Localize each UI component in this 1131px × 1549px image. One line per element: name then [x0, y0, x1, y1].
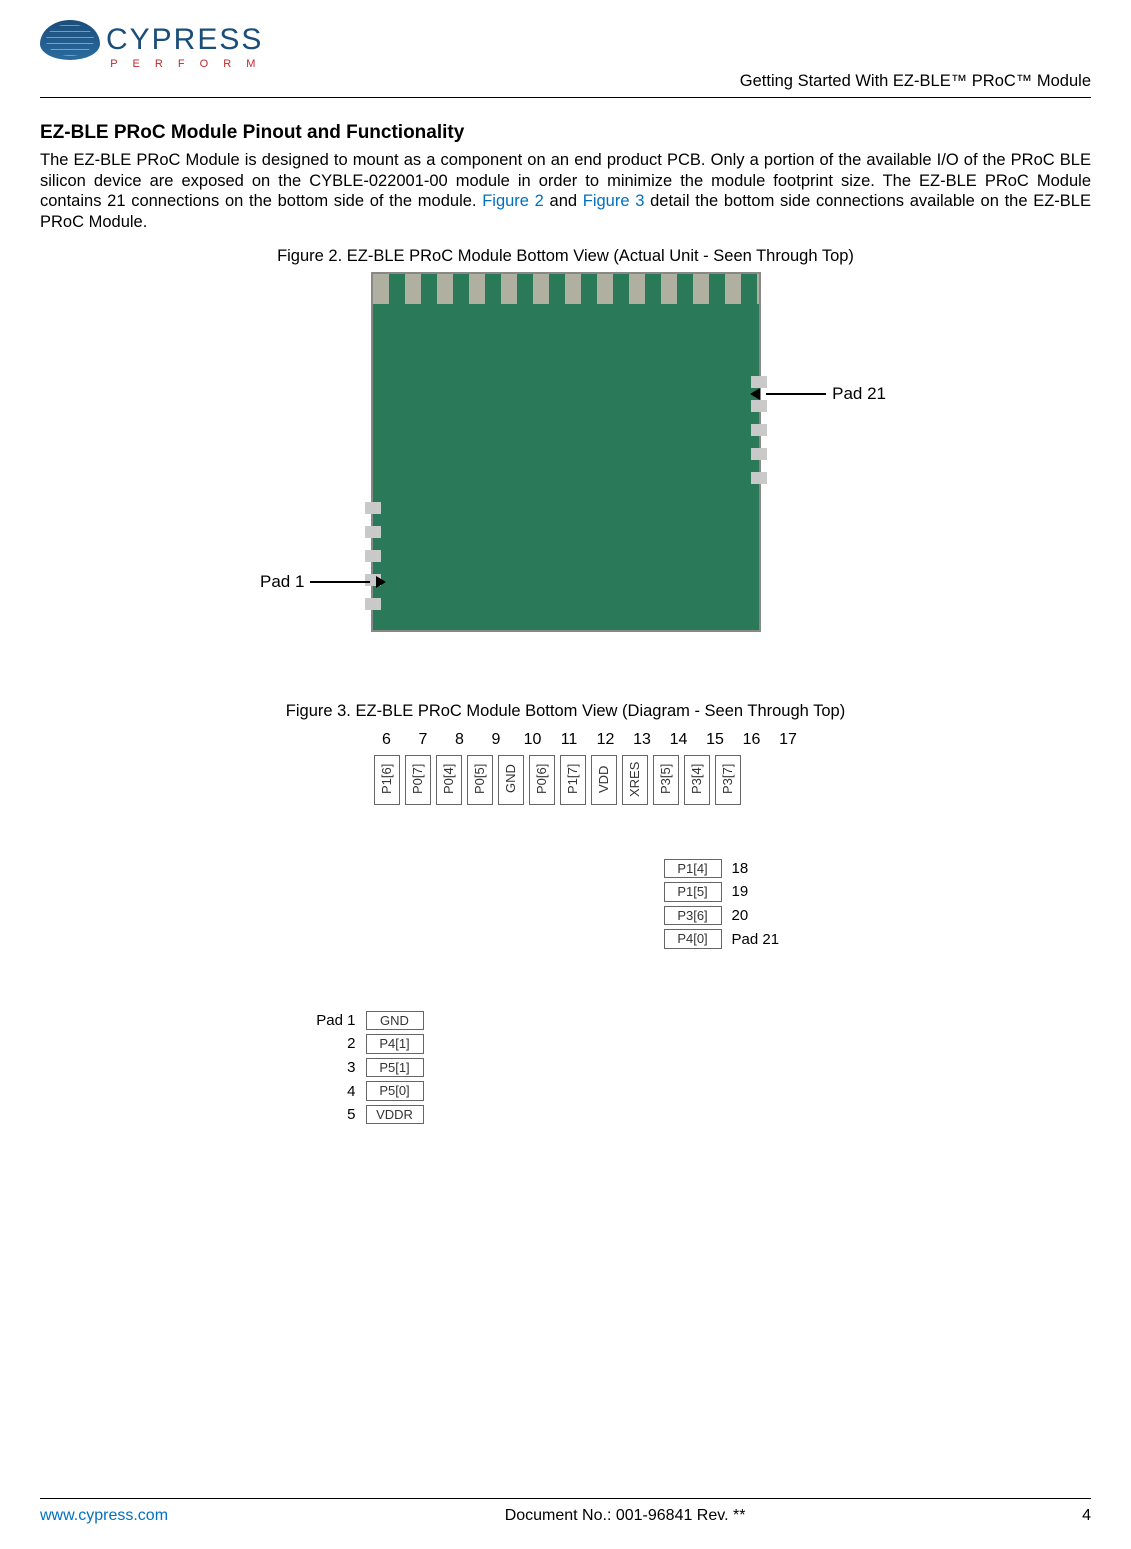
pin-number: 17 [777, 731, 799, 749]
pin-label: P3[4] [684, 755, 710, 805]
pin-number: 13 [631, 731, 653, 749]
pcb-left-pads-icon [365, 490, 381, 610]
arrow-line-icon [766, 393, 826, 395]
pin-number: 11 [558, 731, 580, 749]
pin-label: VDD [591, 755, 617, 805]
pad-1-label: Pad 1 [260, 572, 304, 592]
pin-number: 2 [314, 1035, 356, 1052]
figure-2-caption: Figure 2. EZ-BLE PRoC Module Bottom View… [40, 247, 1091, 266]
arrow-head-right-icon [376, 576, 386, 588]
pin-row: 4 P5[0] [314, 1081, 424, 1101]
callout-pad-1: Pad 1 [260, 572, 386, 592]
pin-label: P0[7] [405, 755, 431, 805]
pin-number: 14 [668, 731, 690, 749]
pin-row: Pad 1 GND [314, 1011, 424, 1031]
figure-3-caption: Figure 3. EZ-BLE PRoC Module Bottom View… [40, 702, 1091, 721]
left-pin-column: 5 VDDR 4 P5[0] 3 P5[1] 2 P4[1] Pad 1 GND [314, 1011, 424, 1125]
pin-row: 2 P4[1] [314, 1034, 424, 1054]
arrow-head-left-icon [750, 388, 760, 400]
right-pin-column: P1[4] 18 P1[5] 19 P3[6] 20 P4[0] Pad 21 [664, 859, 792, 949]
doc-title: Getting Started With EZ-BLE™ PRoC™ Modul… [740, 72, 1091, 91]
footer-url[interactable]: www.cypress.com [40, 1507, 168, 1525]
pin-number: 15 [704, 731, 726, 749]
top-pin-labels: P1[6]P0[7]P0[4]P0[5]GNDP0[6]P1[7]VDDXRES… [374, 755, 741, 805]
pin-number: 8 [449, 731, 471, 749]
pin-label: P4[1] [366, 1034, 424, 1054]
pad-21-label: Pad 21 [832, 384, 886, 404]
pin-label: P0[4] [436, 755, 462, 805]
pin-label: XRES [622, 755, 648, 805]
pin-number: 6 [376, 731, 398, 749]
pcb-photo [371, 272, 761, 632]
logo-text: CYPRESS [106, 23, 263, 57]
pin-row: P3[6] 20 [664, 906, 792, 926]
pin-label: GND [366, 1011, 424, 1031]
pin-number: 3 [314, 1059, 356, 1076]
pin-label: P4[0] [664, 929, 722, 949]
callout-pad-21: Pad 21 [750, 384, 886, 404]
pin-row: P1[4] 18 [664, 859, 792, 879]
pin-number: 9 [485, 731, 507, 749]
pin-number: 20 [732, 907, 792, 924]
footer-page-number: 4 [1082, 1507, 1091, 1525]
page-footer: www.cypress.com Document No.: 001-96841 … [40, 1498, 1091, 1525]
pin-label: P0[6] [529, 755, 555, 805]
arrow-line-icon [310, 581, 370, 583]
pin-number: 12 [595, 731, 617, 749]
pin-row: 5 VDDR [314, 1105, 424, 1125]
section-paragraph: The EZ-BLE PRoC Module is designed to mo… [40, 150, 1091, 233]
pin-label: GND [498, 755, 524, 805]
pin-label: VDDR [366, 1105, 424, 1125]
link-figure-2[interactable]: Figure 2 [482, 192, 544, 210]
pin-number: 10 [522, 731, 544, 749]
pin-label: P5[1] [366, 1058, 424, 1078]
pin-number: 7 [412, 731, 434, 749]
page-header: CYPRESS P E R F O R M Getting Started Wi… [40, 20, 1091, 98]
section-heading: EZ-BLE PRoC Module Pinout and Functional… [40, 122, 1091, 144]
pin-number: 5 [314, 1106, 356, 1123]
para-mid: and [544, 192, 583, 210]
pin-label: P1[7] [560, 755, 586, 805]
pin-number: Pad 1 [314, 1012, 356, 1029]
pin-number: 16 [741, 731, 763, 749]
pin-number: Pad 21 [732, 931, 792, 948]
pin-label: P3[5] [653, 755, 679, 805]
pcb-right-pads-icon [751, 364, 767, 484]
pin-label: P3[7] [715, 755, 741, 805]
pin-label: P5[0] [366, 1081, 424, 1101]
pin-label: P1[6] [374, 755, 400, 805]
logo: CYPRESS P E R F O R M [40, 20, 263, 70]
pin-label: P3[6] [664, 906, 722, 926]
pin-label: P1[5] [664, 882, 722, 902]
pin-number: 4 [314, 1083, 356, 1100]
pin-row: P4[0] Pad 21 [664, 929, 792, 949]
figure-3: 6789 10 11 12 13 14 15 16 17 P1[6]P0[7]P0[4]P0[5… [256, 731, 876, 1211]
pin-number: 18 [732, 860, 792, 877]
top-pin-numbers: 6789 10 11 12 13 14 15 16 17 [376, 731, 800, 749]
pin-row: 3 P5[1] [314, 1058, 424, 1078]
pin-row: P1[5] 19 [664, 882, 792, 902]
pin-label: P0[5] [467, 755, 493, 805]
pin-number: 19 [732, 883, 792, 900]
logo-globe-icon [40, 20, 100, 60]
link-figure-3[interactable]: Figure 3 [583, 192, 645, 210]
figure-2: Pad 1 Pad 21 [40, 272, 1091, 672]
pin-label: P1[4] [664, 859, 722, 879]
footer-doc-number: Document No.: 001-96841 Rev. ** [505, 1507, 746, 1525]
